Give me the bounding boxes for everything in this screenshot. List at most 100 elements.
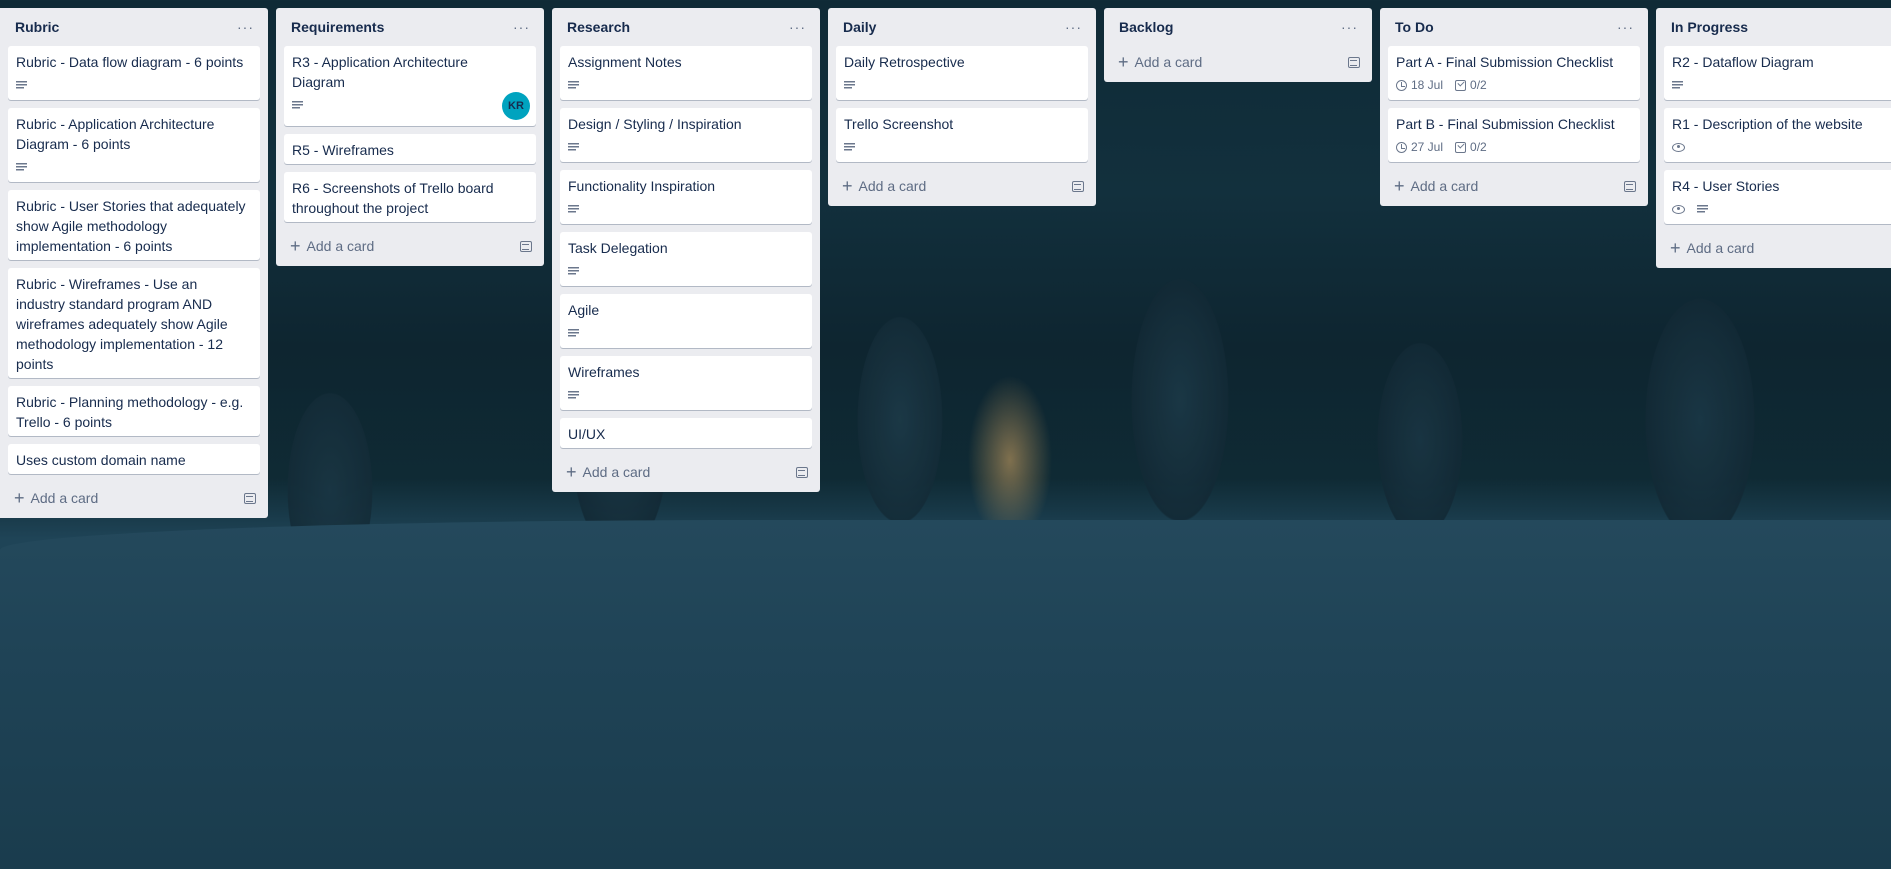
card[interactable]: R3 - Application Architecture Diagram KR xyxy=(284,46,536,126)
add-card-label: Add a card xyxy=(1134,54,1203,70)
list-header[interactable]: Research ··· xyxy=(560,8,812,46)
card-title: Rubric - Planning methodology - e.g. Tre… xyxy=(16,394,244,430)
card[interactable]: Daily Retrospective xyxy=(836,46,1088,100)
due-date-text: 18 Jul xyxy=(1411,78,1444,92)
plus-icon: + xyxy=(1670,238,1681,258)
card[interactable]: R1 - Description of the website xyxy=(1664,108,1891,162)
description-icon xyxy=(844,142,856,152)
card-title: Rubric - Wireframes - Use an industry st… xyxy=(16,276,228,372)
add-card-button[interactable]: + Add a card xyxy=(566,463,650,481)
add-card-label: Add a card xyxy=(582,464,651,480)
card-title: Wireframes xyxy=(568,364,640,380)
card[interactable]: Assignment Notes xyxy=(560,46,812,100)
add-card-label: Add a card xyxy=(1410,178,1479,194)
list-title[interactable]: Requirements xyxy=(291,19,384,35)
add-card-label: Add a card xyxy=(306,238,375,254)
list-menu-icon[interactable]: ··· xyxy=(509,19,534,35)
card-badges xyxy=(568,74,804,96)
list-header[interactable]: Backlog ··· xyxy=(1112,8,1364,46)
card[interactable]: Functionality Inspiration xyxy=(560,170,812,224)
checklist-badge: 0/2 xyxy=(1455,137,1487,157)
create-from-template-icon[interactable] xyxy=(796,466,808,478)
list-title[interactable]: Research xyxy=(567,19,630,35)
description-icon xyxy=(568,266,580,276)
card[interactable]: Trello Screenshot xyxy=(836,108,1088,162)
card-title: Agile xyxy=(568,302,600,318)
card-badges: 18 Jul 0/2 xyxy=(1396,74,1632,96)
create-from-template-icon[interactable] xyxy=(520,240,532,252)
card[interactable]: R4 - User Stories xyxy=(1664,170,1891,224)
add-card-row: + Add a card xyxy=(836,170,1088,202)
checklist-icon xyxy=(1455,141,1467,153)
create-from-template-icon[interactable] xyxy=(1072,180,1084,192)
add-card-button[interactable]: + Add a card xyxy=(290,237,374,255)
card-title: Part A - Final Submission Checklist xyxy=(1396,54,1614,70)
card-badges xyxy=(568,260,804,282)
list-in-progress: In Progress··· R2 - Dataflow Diagram R1 - … xyxy=(1656,8,1891,268)
card-title: Rubric - User Stories that adequately sh… xyxy=(16,198,246,254)
card-title: Assignment Notes xyxy=(568,54,682,70)
card[interactable]: Rubric - Application Architecture Diagra… xyxy=(8,108,260,182)
list-header[interactable]: To Do ··· xyxy=(1388,8,1640,46)
checklist-count: 0/2 xyxy=(1470,78,1487,92)
list-menu-icon[interactable]: ··· xyxy=(1613,19,1638,35)
list-menu-icon[interactable]: ··· xyxy=(233,19,258,35)
card[interactable]: Agile xyxy=(560,294,812,348)
list-title[interactable]: In Progress xyxy=(1671,19,1748,35)
card[interactable]: R5 - Wireframes xyxy=(284,134,536,164)
list-header[interactable]: Rubric ··· xyxy=(8,8,260,46)
create-from-template-icon[interactable] xyxy=(244,492,256,504)
list-menu-icon[interactable]: ··· xyxy=(785,19,810,35)
watch-icon xyxy=(1672,204,1685,214)
list-header[interactable]: Daily ··· xyxy=(836,8,1088,46)
card[interactable]: Uses custom domain name xyxy=(8,444,260,474)
card[interactable]: Part A - Final Submission Checklist 18 Ju… xyxy=(1388,46,1640,100)
card-title: Functionality Inspiration xyxy=(568,178,716,194)
card-title: UI/UX xyxy=(568,426,606,442)
card[interactable]: Rubric - User Stories that adequately sh… xyxy=(8,190,260,260)
card[interactable]: Rubric - Data flow diagram - 6 points xyxy=(8,46,260,100)
watch-icon xyxy=(1672,142,1685,152)
card[interactable]: Task Delegation xyxy=(560,232,812,286)
list-title[interactable]: Backlog xyxy=(1119,19,1173,35)
list-requirements: Requirements ··· R3 - Application Architec… xyxy=(276,8,544,266)
card-title: Design / Styling / Inspiration xyxy=(568,116,742,132)
member-avatar[interactable]: KR xyxy=(502,92,530,120)
card[interactable]: R6 - Screenshots of Trello board through… xyxy=(284,172,536,222)
create-from-template-icon[interactable] xyxy=(1348,56,1360,68)
add-card-button[interactable]: + Add a card xyxy=(1394,177,1478,195)
list-menu-icon[interactable]: ··· xyxy=(1061,19,1086,35)
list-title[interactable]: To Do xyxy=(1395,19,1434,35)
add-card-button[interactable]: + Add a card xyxy=(1670,239,1754,257)
list-title[interactable]: Rubric xyxy=(15,19,59,35)
due-date-badge[interactable]: 18 Jul xyxy=(1396,75,1443,95)
list-daily: Daily ··· Daily Retrospective Trello Screen… xyxy=(828,8,1096,206)
card-badges xyxy=(568,322,804,344)
card-title: R3 - Application Architecture Diagram xyxy=(292,54,468,90)
card[interactable]: Rubric - Planning methodology - e.g. Tre… xyxy=(8,386,260,436)
list-to-do: To Do ··· Part A - Final Submission Checkl… xyxy=(1380,8,1648,206)
add-card-button[interactable]: + Add a card xyxy=(14,489,98,507)
add-card-button[interactable]: + Add a card xyxy=(842,177,926,195)
card-badges: 27 Jul 0/2 xyxy=(1396,136,1632,158)
card[interactable]: UI/UX xyxy=(560,418,812,448)
add-card-button[interactable]: + Add a card xyxy=(1118,53,1202,71)
checklist-badge: 0/2 xyxy=(1455,75,1487,95)
card-badges xyxy=(568,136,804,158)
list-header[interactable]: In Progress··· xyxy=(1664,8,1891,46)
card[interactable]: Part B - Final Submission Checklist 27 Ju… xyxy=(1388,108,1640,162)
plus-icon: + xyxy=(842,176,853,196)
due-date-badge[interactable]: 27 Jul xyxy=(1396,137,1443,157)
card[interactable]: Rubric - Wireframes - Use an industry st… xyxy=(8,268,260,378)
create-from-template-icon[interactable] xyxy=(1624,180,1636,192)
due-date-text: 27 Jul xyxy=(1411,140,1444,154)
card[interactable]: R2 - Dataflow Diagram xyxy=(1664,46,1891,100)
card[interactable]: Design / Styling / Inspiration xyxy=(560,108,812,162)
list-header[interactable]: Requirements ··· xyxy=(284,8,536,46)
add-card-label: Add a card xyxy=(1686,240,1755,256)
list-menu-icon[interactable]: ··· xyxy=(1337,19,1362,35)
description-icon xyxy=(1697,204,1709,214)
plus-icon: + xyxy=(1394,176,1405,196)
list-title[interactable]: Daily xyxy=(843,19,876,35)
card[interactable]: Wireframes xyxy=(560,356,812,410)
